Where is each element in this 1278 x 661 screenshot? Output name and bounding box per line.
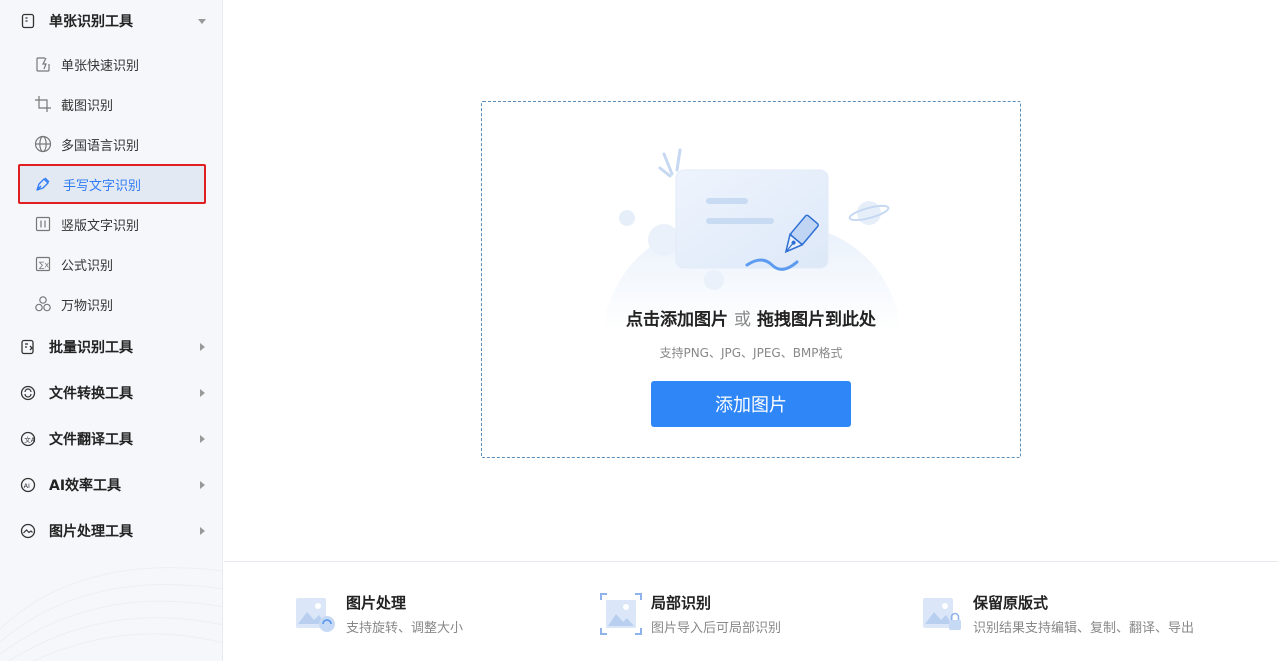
feature-partial-recognize: 局部识别 图片导入后可局部识别 <box>599 590 859 640</box>
sidebar-item-quick-scan[interactable]: 单张快速识别 <box>18 44 206 84</box>
sidebar-item-label: 万物识别 <box>61 298 114 314</box>
image-process-feature-icon <box>296 598 335 632</box>
sidebar-group-label: 文件翻译工具 <box>49 432 133 448</box>
click-to-add-text: 点击添加图片 <box>626 310 728 330</box>
sidebar-item-label: 单张快速识别 <box>61 58 140 74</box>
chevron-right-icon <box>200 435 205 443</box>
sidebar-group-translate[interactable]: 文A 文件翻译工具 <box>0 419 222 459</box>
sidebar: 单张识别工具 单张快速识别 截图识别 多国语言识别 手写文字识别 竖版文字识别 … <box>0 0 223 661</box>
feature-keep-layout: 保留原版式 识别结果支持编辑、复制、翻译、导出 <box>921 590 1231 640</box>
vertical-text-icon <box>35 216 51 232</box>
chevron-right-icon <box>200 481 205 489</box>
globe-icon <box>34 135 52 153</box>
sidebar-group-batch[interactable]: 批量识别工具 <box>0 327 222 367</box>
pen-icon <box>36 177 50 191</box>
sidebar-item-label: 截图识别 <box>61 98 114 114</box>
ai-icon: AI <box>20 477 36 493</box>
main-content: 点击添加图片或拖拽图片到此处 支持PNG、JPG、JPEG、BMP格式 添加图片… <box>224 0 1278 661</box>
translate-icon: 文A <box>20 431 36 447</box>
image-process-icon <box>20 523 36 539</box>
sidebar-item-formula[interactable]: ∑x 公式识别 <box>18 244 206 284</box>
sidebar-group-image-process[interactable]: 图片处理工具 <box>0 511 222 551</box>
image-drop-zone[interactable]: 点击添加图片或拖拽图片到此处 支持PNG、JPG、JPEG、BMP格式 添加图片 <box>481 101 1021 458</box>
supported-formats-hint: 支持PNG、JPG、JPEG、BMP格式 <box>659 346 843 360</box>
quick-scan-icon <box>36 57 50 72</box>
sidebar-group-convert[interactable]: 文件转换工具 <box>0 373 222 413</box>
sidebar-item-label: 手写文字识别 <box>63 178 142 194</box>
feature-title: 图片处理 <box>346 594 407 612</box>
chevron-down-icon <box>198 19 206 24</box>
feature-desc: 图片导入后可局部识别 <box>651 621 782 636</box>
drop-zone-title: 点击添加图片或拖拽图片到此处 <box>482 305 1020 330</box>
batch-doc-icon <box>21 339 34 355</box>
sidebar-item-label: 竖版文字识别 <box>61 218 140 234</box>
convert-icon <box>20 385 36 401</box>
sidebar-group-label: 单张识别工具 <box>49 14 133 30</box>
svg-text:∑x: ∑x <box>39 261 49 270</box>
feature-desc: 支持旋转、调整大小 <box>346 621 464 636</box>
crop-icon <box>35 96 51 112</box>
sidebar-group-label: 批量识别工具 <box>49 340 133 356</box>
sidebar-item-objects[interactable]: 万物识别 <box>18 284 206 324</box>
formula-icon: ∑x <box>35 256 51 272</box>
svg-text:文A: 文A <box>24 435 36 444</box>
sidebar-item-vertical[interactable]: 竖版文字识别 <box>18 204 206 244</box>
or-text: 或 <box>734 310 751 330</box>
sidebar-item-multilang[interactable]: 多国语言识别 <box>18 124 206 164</box>
feature-desc: 识别结果支持编辑、复制、翻译、导出 <box>973 621 1195 636</box>
feature-image-process: 图片处理 支持旋转、调整大小 <box>294 590 554 640</box>
keep-layout-icon <box>923 598 961 630</box>
drag-here-text: 拖拽图片到此处 <box>757 310 876 330</box>
sidebar-group-label: AI效率工具 <box>49 478 122 494</box>
sidebar-group-single[interactable]: 单张识别工具 <box>0 1 222 41</box>
svg-text:AI: AI <box>24 482 30 490</box>
add-image-button[interactable]: 添加图片 <box>651 381 851 427</box>
sidebar-item-screenshot[interactable]: 截图识别 <box>18 84 206 124</box>
chevron-right-icon <box>200 343 205 351</box>
chevron-right-icon <box>200 527 205 535</box>
sidebar-item-label: 多国语言识别 <box>61 138 140 154</box>
partial-recognize-icon <box>600 593 642 635</box>
chevron-right-icon <box>200 389 205 397</box>
sidebar-item-label: 公式识别 <box>61 258 114 274</box>
sidebar-group-ai[interactable]: AI AI效率工具 <box>0 465 222 505</box>
feature-title: 局部识别 <box>651 594 712 612</box>
single-doc-icon <box>21 13 35 29</box>
objects-icon <box>35 296 51 312</box>
sidebar-group-label: 图片处理工具 <box>49 524 133 540</box>
feature-footer: 图片处理 支持旋转、调整大小 局部识别 图片导入后可局部识别 保留原版式 识别结… <box>224 561 1278 661</box>
sidebar-group-label: 文件转换工具 <box>49 386 133 402</box>
sidebar-item-handwriting[interactable]: 手写文字识别 <box>18 164 206 204</box>
feature-title: 保留原版式 <box>973 594 1049 612</box>
